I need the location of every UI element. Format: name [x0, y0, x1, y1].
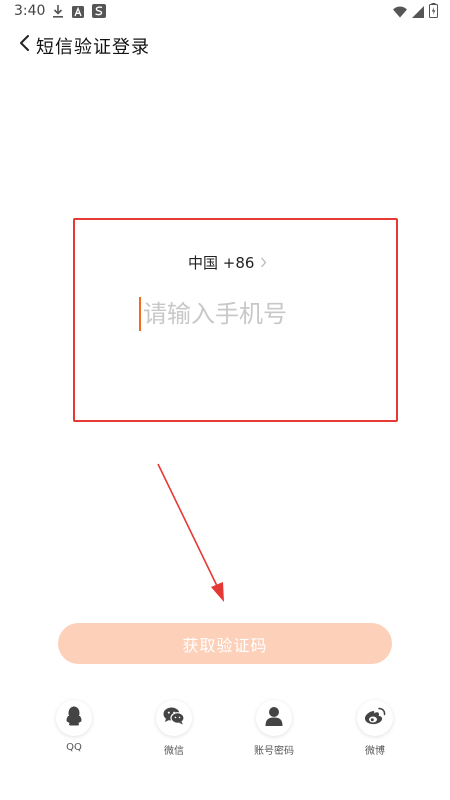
header: 短信验证登录 [0, 30, 450, 60]
text-caret [139, 297, 141, 331]
wifi-icon [393, 3, 407, 22]
country-code-selector[interactable]: 中国 +86 [188, 252, 267, 273]
qq-label: QQ [66, 742, 82, 753]
battery-icon [429, 3, 438, 22]
weibo-label: 微博 [365, 746, 385, 757]
chevron-right-icon [260, 253, 267, 272]
chevron-left-icon [18, 34, 30, 56]
page-title: 短信验证登录 [36, 37, 150, 58]
back-button[interactable] [14, 34, 34, 56]
app-s-icon [92, 3, 106, 22]
signal-icon [412, 3, 424, 22]
login-option-account-password[interactable]: 账号密码 [234, 700, 314, 757]
download-icon [52, 3, 64, 22]
status-time: 3:40 [14, 3, 46, 19]
status-right-icons [393, 3, 438, 22]
user-icon-circle [256, 700, 292, 736]
screen: 3:40 短信验证登录 中国 +86 请输入手机号 获取验证码 QQ 微信 账号… [0, 0, 450, 800]
wechat-icon-circle [156, 700, 192, 736]
app-a-icon [72, 3, 84, 22]
weibo-icon-circle [357, 700, 393, 736]
status-bar: 3:40 [0, 0, 450, 24]
login-option-weibo[interactable]: 微博 [335, 700, 415, 757]
country-code-label: 中国 +86 [188, 254, 255, 272]
get-verification-code-button[interactable]: 获取验证码 [58, 623, 392, 664]
qq-icon-circle [56, 700, 92, 736]
phone-input-wrapper [139, 295, 379, 333]
account-password-label: 账号密码 [254, 746, 294, 757]
login-option-qq[interactable]: QQ [34, 700, 114, 753]
phone-number-input[interactable] [143, 300, 373, 328]
wechat-label: 微信 [164, 746, 184, 757]
annotation-arrow [157, 463, 224, 602]
wechat-icon [163, 707, 185, 729]
user-icon [265, 706, 283, 730]
login-option-wechat[interactable]: 微信 [134, 700, 214, 757]
status-left-icons [52, 3, 106, 22]
qq-icon [65, 706, 83, 730]
weibo-icon [364, 707, 386, 729]
